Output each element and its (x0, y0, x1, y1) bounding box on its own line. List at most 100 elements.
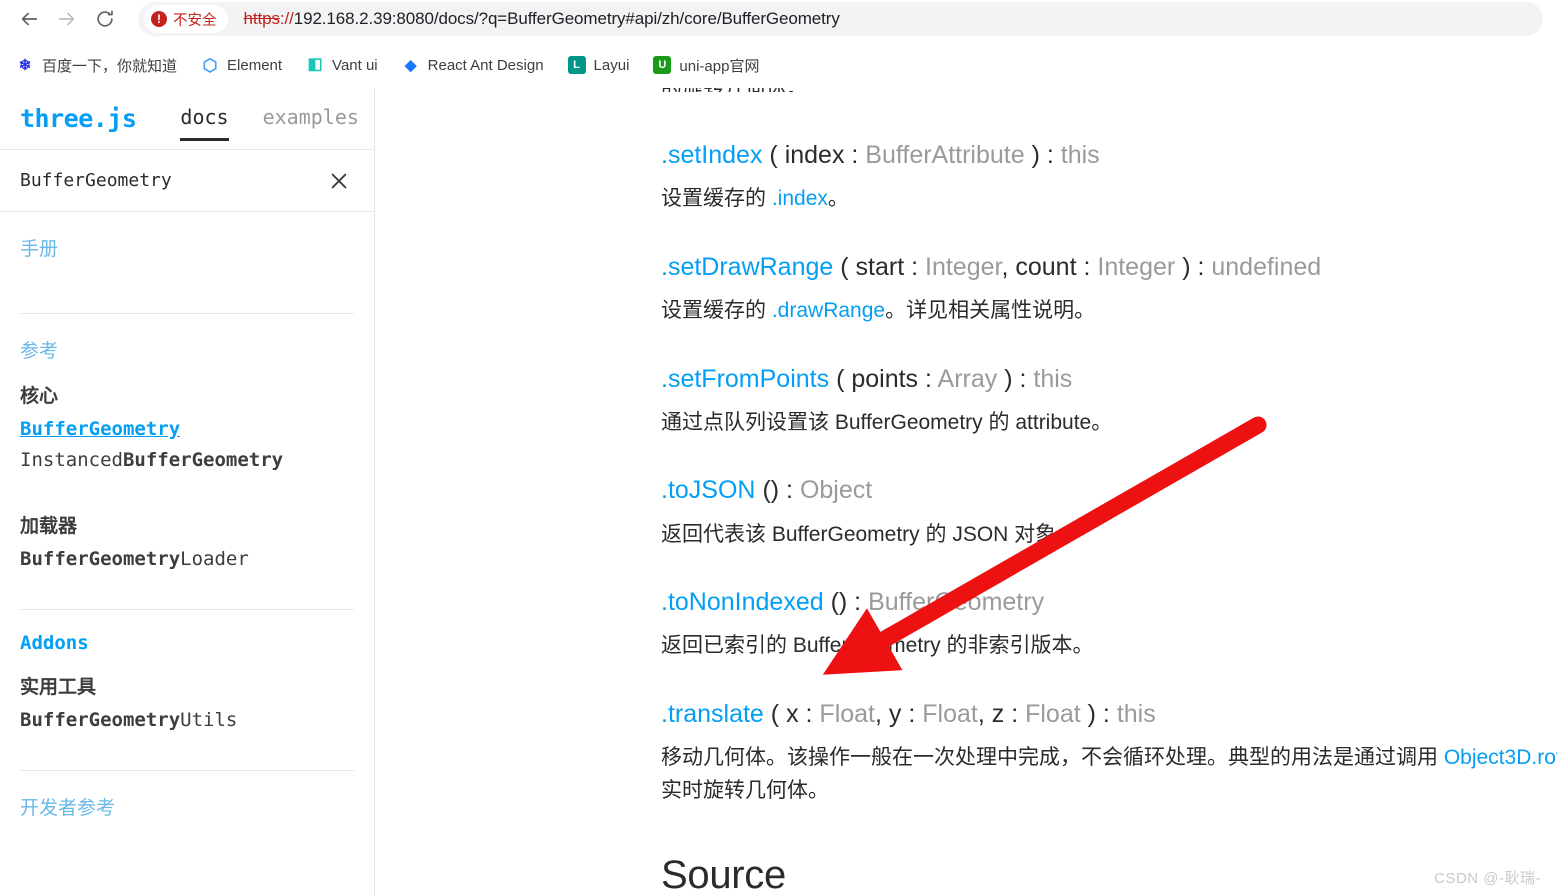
bookmark-vant-ui[interactable]: ◧ Vant ui (302, 50, 382, 80)
reload-icon (97, 10, 113, 27)
paren-empty: () (830, 588, 848, 617)
param-name: points (851, 364, 919, 393)
docs-content: 的旋转几何体。 .setIndex ( index : BufferAttrib… (376, 88, 1557, 896)
param-sep: : (901, 699, 923, 728)
method-signature: .setIndex ( index : BufferAttribute ) : … (661, 140, 1527, 171)
paren-open: ( (836, 364, 845, 393)
sidebar-item-buffergeometryutils[interactable]: BufferGeometryUtils (20, 705, 354, 736)
entry-match: BufferGeometry (20, 547, 181, 570)
paren-open: ( (770, 699, 780, 728)
param-type: Array (937, 364, 998, 393)
bookmark-label: Vant ui (332, 56, 378, 74)
arrow-left-icon (21, 12, 38, 26)
desc-text: 实时旋转几何体。 (661, 778, 829, 802)
sidebar-group-title-core: 核心 (20, 385, 59, 407)
tab-examples[interactable]: examples (263, 88, 359, 149)
ant-design-diamond-icon: ◆ (404, 56, 417, 74)
search-input[interactable] (20, 170, 324, 191)
param-type: Integer (1097, 252, 1176, 281)
page-viewport: three.js docs examples 手册 参考 核心 Buffer (0, 88, 1557, 896)
back-button[interactable] (10, 0, 48, 38)
desc-link[interactable]: .drawRange (772, 299, 885, 322)
url-separator: :// (279, 9, 294, 28)
sidebar-link-developer-reference[interactable]: 开发者参考 (20, 793, 354, 820)
paren-close: ) (1087, 699, 1096, 728)
sidebar-item-instancedbuffergeometry[interactable]: InstancedBufferGeometry (20, 445, 354, 476)
sidebar-link-addons[interactable]: Addons (20, 632, 354, 654)
sidebar-section-developer-reference: 开发者参考 (20, 770, 354, 820)
param-sep: : (904, 252, 926, 281)
param-type: Float (819, 699, 876, 728)
method-name-link[interactable]: .toJSON (661, 476, 755, 504)
desc-link[interactable]: .index (772, 187, 828, 210)
method-signature: .toNonIndexed () : BufferGeometry (661, 587, 1527, 618)
bookmark-label: Layui (593, 56, 630, 74)
desc-link-object3d-rotation[interactable]: Object3D.rotation (1444, 746, 1557, 769)
clear-search-button[interactable] (324, 166, 354, 196)
desc-text: 移动几何体。该操作一般在一次处理中完成，不会循环处理。典型的用法是通过调用 (661, 746, 1444, 770)
method-description: 设置缓存的 .drawRange。详见相关属性说明。 (661, 295, 1527, 328)
uniapp-icon: U (653, 56, 672, 74)
method-signature: .setFromPoints ( points : Array ) : this (661, 364, 1527, 395)
param-comma: , (875, 699, 882, 728)
browser-chrome: ! 不安全 https://192.168.2.39:8080/docs/?q=… (0, 0, 1557, 88)
param-sep: : (798, 699, 820, 728)
clipped-paragraph: 的旋转几何体。 (661, 88, 1527, 92)
bookmark-element[interactable]: ⬡ Element (197, 50, 286, 80)
method-setfrompoints: .setFromPoints ( points : Array ) : this… (661, 364, 1527, 440)
desc-text: 。 (827, 187, 849, 211)
bookmark-uni-app[interactable]: U uni-app官网 (649, 50, 763, 80)
method-name-link[interactable]: .setIndex (661, 141, 762, 169)
bookmark-label: Element (227, 56, 283, 74)
method-description: 设置缓存的 .index。 (661, 183, 1527, 216)
entry-suffix: Loader (180, 547, 249, 570)
csdn-watermark: CSDN @-耿瑞- (1434, 870, 1541, 887)
security-status-chip[interactable]: ! 不安全 (144, 5, 228, 33)
return-sep: : (1190, 252, 1212, 281)
return-type: this (1116, 699, 1156, 728)
reload-button[interactable] (86, 0, 124, 38)
forward-button[interactable] (48, 0, 86, 38)
brand-title[interactable]: three.js (20, 104, 137, 133)
sidebar-link-reference[interactable]: 参考 (20, 336, 354, 363)
method-name-link[interactable]: .toNonIndexed (661, 588, 824, 616)
arrow-right-icon (58, 12, 75, 26)
paren-close: ) (1031, 141, 1040, 169)
return-type: undefined (1211, 252, 1322, 281)
method-name-link[interactable]: .setFromPoints (661, 365, 829, 393)
bookmark-baidu[interactable]: ❄ 百度一下，你就知道 (12, 50, 181, 80)
return-sep: : (847, 588, 869, 617)
url-text: https://192.168.2.39:8080/docs/?q=Buffer… (244, 9, 840, 29)
return-type: this (1060, 141, 1100, 169)
desc-text: 。详见相关属性说明。 (885, 299, 1096, 323)
browser-navigation-bar: ! 不安全 https://192.168.2.39:8080/docs/?q=… (0, 0, 1557, 38)
bookmark-label: uni-app官网 (679, 57, 760, 75)
param-sep: : (1076, 252, 1098, 281)
return-type: Object (799, 476, 873, 505)
sidebar-group-title-loaders: 加载器 (20, 514, 78, 537)
param-type: BufferAttribute (865, 141, 1025, 169)
method-translate: .translate ( x : Float, y : Float, z : F… (661, 699, 1557, 807)
param-sep: : (844, 141, 866, 169)
sidebar-item-buffergeometryloader[interactable]: BufferGeometryLoader (20, 544, 354, 575)
paren-close: ) (1004, 364, 1013, 393)
address-bar[interactable]: ! 不安全 https://192.168.2.39:8080/docs/?q=… (138, 2, 1543, 36)
bookmark-label: React Ant Design (427, 56, 544, 74)
bookmark-react-ant-design[interactable]: ◆ React Ant Design (398, 50, 548, 80)
sidebar-link-manual[interactable]: 手册 (20, 234, 354, 261)
method-name-link[interactable]: .translate (661, 700, 764, 728)
tab-docs[interactable]: docs (180, 88, 229, 149)
return-type: BufferGeometry (868, 588, 1045, 617)
source-heading: Source (661, 853, 786, 896)
bookmark-layui[interactable]: L Layui (564, 50, 634, 80)
entry-match: BufferGeometry (122, 449, 284, 472)
entry-match: BufferGeometry (20, 709, 181, 732)
element-hexagon-icon: ⬡ (202, 55, 218, 75)
sidebar-item-buffergeometry[interactable]: BufferGeometry (20, 414, 354, 445)
param-name: index (784, 141, 845, 169)
method-tojson: .toJSON () : Object 返回代表该 BufferGeometry… (661, 475, 1527, 551)
method-name-link[interactable]: .setDrawRange (661, 253, 833, 281)
